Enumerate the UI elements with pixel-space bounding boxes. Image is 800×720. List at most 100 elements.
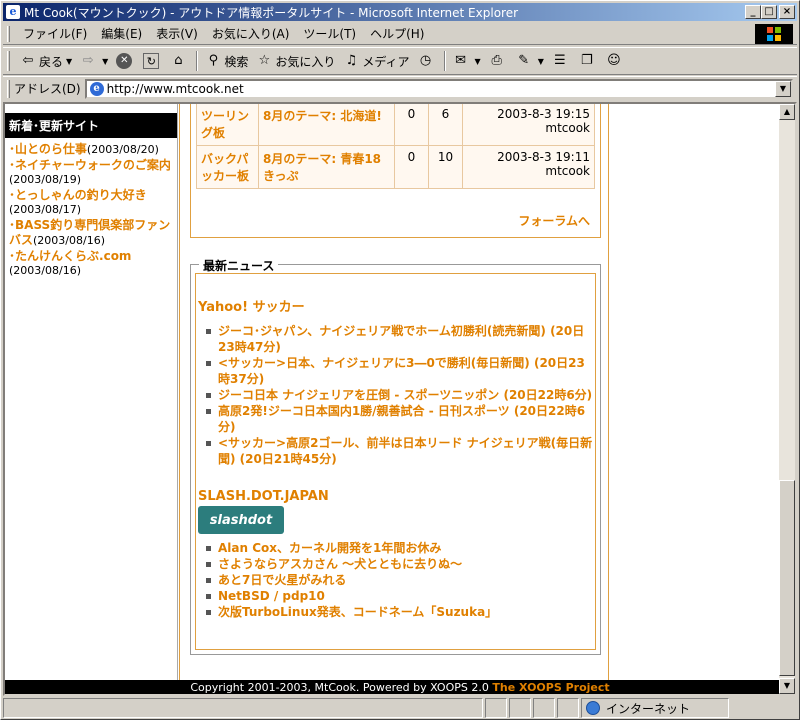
news-block: 最新ニュース Yahoo! サッカー ジーコ･ジャパン、ナイジェリア戦でホーム初… (190, 257, 601, 655)
menu-bar: ファイル(F) 編集(E) 表示(V) お気に入り(A) ツール(T) ヘルプ(… (3, 23, 797, 45)
table-row: ツーリング板 8月のテーマ: 北海道! 0 6 2003-8-3 19:15 m… (196, 104, 595, 146)
window-title: Mt Cook(マウントクック) - アウトドア情報ポータルサイト - Micr… (24, 5, 519, 20)
news-list: Alan Cox、カーネル開発を1年間お休み さようならアスカさん ～犬とともに… (206, 540, 595, 620)
list-item: ･ネイチャーウォークのご案内(2003/08/19) (9, 158, 173, 187)
forum-category[interactable]: ツーリング板 (196, 104, 259, 146)
address-dropdown-button[interactable]: ▼ (775, 80, 791, 97)
stop-button[interactable]: ✕ (112, 49, 139, 73)
last-post-date: 2003-8-3 19:11 (497, 150, 590, 164)
forward-button[interactable]: ⇨ ▼ (76, 49, 112, 73)
edit-icon: ✎ (518, 53, 530, 68)
menu-edit[interactable]: 編集(E) (94, 23, 149, 44)
news-item[interactable]: さようならアスカさん ～犬とともに去りぬ～ (206, 556, 595, 572)
messenger-button[interactable]: ☺ (602, 49, 629, 73)
site-date: (2003/08/16) (9, 264, 81, 277)
site-link[interactable]: ･ネイチャーウォークのご案内 (9, 158, 171, 172)
news-item[interactable]: Alan Cox、カーネル開発を1年間お休み (206, 540, 595, 556)
news-source-title[interactable]: Yahoo! サッカー (198, 296, 595, 315)
chevron-down-icon[interactable]: ▼ (538, 57, 544, 66)
news-content: Yahoo! サッカー ジーコ･ジャパン、ナイジェリア戦でホーム初勝利(読売新聞… (195, 273, 596, 650)
maximize-button[interactable]: □ (761, 5, 777, 19)
scroll-up-button[interactable]: ▲ (779, 104, 795, 120)
status-text (3, 698, 483, 718)
table-row: バックパッカー板 8月のテーマ: 青春18きっぷ 0 10 2003-8-3 1… (196, 145, 595, 189)
forum-topic[interactable]: 8月のテーマ: 青春18きっぷ (258, 145, 395, 189)
menu-favorites[interactable]: お気に入り(A) (205, 23, 297, 44)
edit-button[interactable]: ✎ ▼ (512, 49, 548, 73)
favorites-icon: ☆ (258, 53, 271, 68)
news-item[interactable]: <サッカー>高原2ゴール、前半は日本リード ナイジェリア戦(毎日新聞) (20日… (206, 435, 595, 467)
site-link[interactable]: ･とっしゃんの釣り大好き (9, 188, 147, 202)
forum-views: 10 (428, 145, 463, 189)
status-pane (557, 698, 579, 718)
ie-icon: e (6, 5, 20, 19)
print-button[interactable]: ⎙ (485, 49, 512, 73)
status-pane (533, 698, 555, 718)
xoops-project-link[interactable]: The XOOPS Project (492, 681, 609, 694)
chevron-down-icon[interactable]: ▼ (66, 57, 72, 66)
windows-logo-icon (755, 24, 793, 44)
address-field[interactable]: e ▼ (84, 78, 793, 99)
menu-grip (7, 25, 10, 42)
news-list: ジーコ･ジャパン、ナイジェリア戦でホーム初勝利(読売新聞) (20日23時47分… (206, 323, 595, 467)
scroll-thumb[interactable] (779, 480, 795, 676)
toolbar-separator (196, 51, 199, 71)
forum-replies: 0 (394, 145, 429, 189)
news-item[interactable]: 次版TurboLinux発表、コードネーム「Suzuka」 (206, 604, 595, 620)
vertical-scrollbar[interactable]: ▲ ▼ (779, 104, 795, 694)
slashdot-logo[interactable]: slashdot (198, 506, 284, 534)
forum-last-post: 2003-8-3 19:15 mtcook (462, 104, 595, 146)
mail-button[interactable]: ✉ ▼ (449, 49, 485, 73)
research-icon: ❐ (581, 53, 593, 68)
last-post-user: mtcook (545, 164, 590, 178)
favorites-label: お気に入り (275, 54, 336, 69)
menu-tools[interactable]: ツール(T) (296, 23, 363, 44)
scroll-down-button[interactable]: ▼ (779, 678, 795, 694)
title-bar: e Mt Cook(マウントクック) - アウトドア情報ポータルサイト - Mi… (3, 3, 797, 21)
address-input[interactable] (106, 81, 707, 96)
site-date: (2003/08/16) (33, 234, 105, 247)
chevron-down-icon[interactable]: ▼ (102, 57, 108, 66)
menu-file[interactable]: ファイル(F) (16, 23, 94, 44)
news-item[interactable]: <サッカー>日本、ナイジェリアに3―0で勝利(毎日新聞) (20日23時37分) (206, 355, 595, 387)
research-button[interactable]: ❐ (575, 49, 602, 73)
menu-help[interactable]: ヘルプ(H) (363, 23, 431, 44)
close-button[interactable]: × (779, 5, 795, 19)
site-link[interactable]: ･たんけんくらぶ.com (9, 249, 131, 263)
minimize-button[interactable]: _ (745, 5, 761, 19)
page-viewport: 新着･更新サイト ･山とのら仕事(2003/08/20) ･ネイチャーウォークの… (3, 102, 797, 696)
back-label: 戻る (39, 54, 64, 69)
media-button[interactable]: ♫ メディア (339, 49, 413, 73)
refresh-button[interactable]: ↻ (139, 49, 166, 73)
forum-topic[interactable]: 8月のテーマ: 北海道! (258, 104, 395, 146)
news-item[interactable]: ジーコ･ジャパン、ナイジェリア戦でホーム初勝利(読売新聞) (20日23時47分… (206, 323, 595, 355)
site-link[interactable]: ･山とのら仕事 (9, 142, 87, 156)
home-icon: ⌂ (174, 53, 183, 68)
mail-icon: ✉ (455, 53, 466, 68)
favorites-button[interactable]: ☆ お気に入り (252, 49, 339, 73)
news-source-title[interactable]: SLASH.DOT.JAPAN (198, 489, 595, 504)
address-bar: アドレス(D) e ▼ (3, 76, 797, 100)
browser-window: e Mt Cook(マウントクック) - アウトドア情報ポータルサイト - Mi… (0, 0, 800, 720)
home-button[interactable]: ⌂ (166, 49, 193, 73)
toolbar-separator (443, 51, 446, 71)
news-item[interactable]: あと7日で火星がみれる (206, 572, 595, 588)
discuss-button[interactable]: ☰ (548, 49, 575, 73)
chevron-down-icon[interactable]: ▼ (475, 57, 481, 66)
back-button[interactable]: ⇦ 戻る ▼ (16, 49, 76, 73)
history-button[interactable]: ◷ (414, 49, 441, 73)
discuss-icon: ☰ (554, 53, 566, 68)
menu-view[interactable]: 表示(V) (149, 23, 205, 44)
search-button[interactable]: ⚲ 検索 (201, 49, 252, 73)
left-column: 新着･更新サイト ･山とのら仕事(2003/08/20) ･ネイチャーウォークの… (5, 104, 178, 680)
history-icon: ◷ (419, 53, 432, 68)
toolbar-grip (7, 51, 10, 71)
news-item[interactable]: 高原2発!ジーコ日本国内1勝/親善試合 - 日刊スポーツ (20日22時6分) (206, 403, 595, 435)
forum-category[interactable]: バックパッカー板 (196, 145, 259, 189)
site-date: (2003/08/19) (9, 173, 81, 186)
media-icon: ♫ (345, 53, 358, 68)
page-icon: e (89, 81, 104, 96)
news-item[interactable]: ジーコ日本 ナイジェリアを圧倒 - スポーツニッポン (20日22時6分) (206, 387, 595, 403)
forum-more-link[interactable]: フォーラムへ (518, 212, 590, 229)
news-item[interactable]: NetBSD / pdp10 (206, 588, 595, 604)
